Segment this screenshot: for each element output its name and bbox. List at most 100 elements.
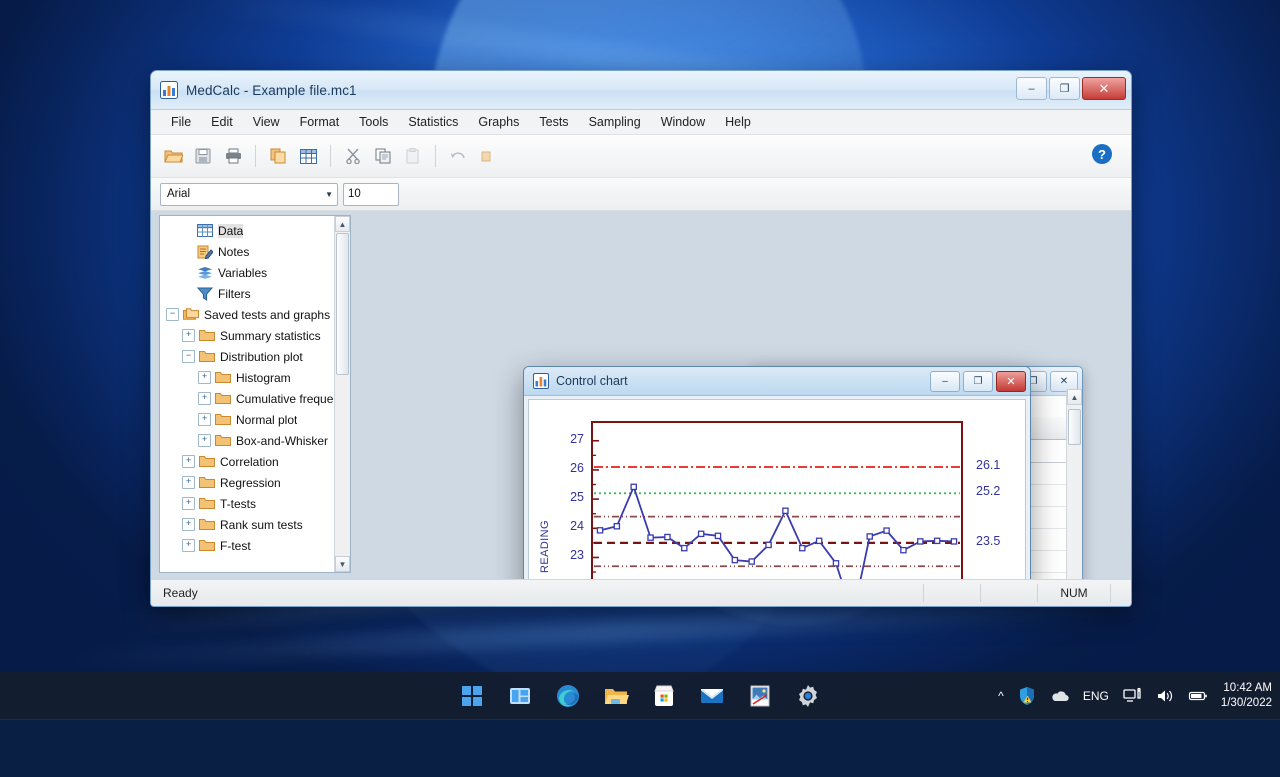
tree-item-saved-tests-and-graphs[interactable]: − Saved tests and graphs — [166, 304, 334, 325]
system-tray[interactable]: ^ ENG 10:42 AM 1/30/2022 — [998, 672, 1272, 720]
menu-item-tools[interactable]: Tools — [349, 112, 398, 132]
task-view-icon[interactable] — [507, 683, 533, 709]
collapse-icon[interactable]: − — [182, 350, 195, 363]
expand-icon[interactable]: + — [198, 392, 211, 405]
tree-item-t-tests[interactable]: + T-tests — [166, 493, 334, 514]
chart-frame — [591, 421, 963, 579]
tree-item-histogram[interactable]: + Histogram — [166, 367, 334, 388]
menu-item-file[interactable]: File — [161, 112, 201, 132]
font-size-box[interactable]: 10 — [343, 182, 399, 206]
expand-icon[interactable]: + — [198, 371, 211, 384]
table-icon[interactable] — [295, 143, 321, 169]
photos-icon[interactable] — [747, 683, 773, 709]
tree-scroll-down-button[interactable]: ▼ — [335, 556, 350, 572]
font-name-combo[interactable]: Arial ▼ — [160, 182, 338, 206]
spreadsheet-scroll-up-button[interactable]: ▲ — [1067, 389, 1082, 405]
collapse-icon[interactable]: − — [166, 308, 179, 321]
tree-scroll-thumb[interactable] — [336, 233, 349, 375]
expand-icon[interactable]: + — [198, 413, 211, 426]
save-icon[interactable] — [190, 143, 216, 169]
tree-vertical-scrollbar[interactable]: ▲ ▼ — [334, 216, 350, 572]
control-chart-window-controls[interactable]: – ❐ ✕ — [930, 371, 1026, 392]
copy-pages-icon[interactable] — [265, 143, 291, 169]
tree-item-rank-sum-tests[interactable]: + Rank sum tests — [166, 514, 334, 535]
tree-item-box-and-whisker[interactable]: + Box-and-Whisker — [166, 430, 334, 451]
open-folder-icon[interactable] — [160, 143, 186, 169]
cut-icon[interactable] — [340, 143, 366, 169]
minimize-glyph: – — [1028, 82, 1035, 95]
network-icon[interactable] — [1122, 686, 1142, 706]
tree-scroll-up-button[interactable]: ▲ — [335, 216, 350, 232]
start-icon[interactable] — [459, 683, 485, 709]
microsoft-store-icon[interactable] — [651, 683, 677, 709]
taskbar-app-buttons[interactable] — [459, 683, 821, 709]
windows-taskbar[interactable]: ^ ENG 10:42 AM 1/30/2022 — [0, 672, 1280, 720]
mail-icon[interactable] — [699, 683, 725, 709]
onedrive-icon[interactable] — [1050, 686, 1070, 706]
expand-icon[interactable]: + — [182, 329, 195, 342]
control-chart-window[interactable]: Control chart – ❐ ✕ 2021222324252627READ… — [523, 366, 1031, 579]
project-tree-panel[interactable]: Data Notes Variables Filters − Saved tests an… — [159, 215, 351, 573]
expand-icon[interactable]: + — [182, 455, 195, 468]
menu-bar[interactable]: File Edit View Format Tools Statistics Graphs T… — [151, 110, 1131, 135]
tree-item-correlation[interactable]: + Correlation — [166, 451, 334, 472]
edge-icon[interactable] — [555, 683, 581, 709]
resize-grip[interactable] — [1110, 584, 1131, 602]
language-indicator[interactable]: ENG — [1083, 689, 1109, 703]
menu-item-view[interactable]: View — [243, 112, 290, 132]
tree-item-distribution-plot[interactable]: − Distribution plot — [166, 346, 334, 367]
chart-point — [596, 527, 604, 534]
control-chart-close-button[interactable]: ✕ — [996, 371, 1026, 392]
tree-item-f-test[interactable]: + F-test — [166, 535, 334, 556]
file-explorer-icon[interactable] — [603, 683, 629, 709]
volume-icon[interactable] — [1155, 686, 1175, 706]
battery-icon[interactable] — [1188, 686, 1208, 706]
copy-icon[interactable] — [370, 143, 396, 169]
tray-chevron-icon[interactable]: ^ — [998, 689, 1004, 703]
security-warning-icon[interactable] — [1017, 686, 1037, 706]
expand-icon[interactable]: + — [198, 434, 211, 447]
expand-icon[interactable]: + — [182, 497, 195, 510]
medcalc-main-window[interactable]: MedCalc - Example file.mc1 – ❐ ✕ File Edi… — [150, 70, 1132, 607]
settings-icon[interactable] — [795, 683, 821, 709]
tree-item-label: Correlation — [220, 454, 279, 469]
tree-item-cumulative-freque[interactable]: + Cumulative freque — [166, 388, 334, 409]
menu-item-format[interactable]: Format — [290, 112, 350, 132]
menu-item-statistics[interactable]: Statistics — [398, 112, 468, 132]
chart-point — [647, 534, 654, 541]
help-question-icon[interactable]: ? — [1091, 143, 1113, 165]
print-icon[interactable] — [220, 143, 246, 169]
spreadsheet-scroll-thumb[interactable] — [1068, 409, 1081, 445]
tree-item-regression[interactable]: + Regression — [166, 472, 334, 493]
project-tree-list[interactable]: Data Notes Variables Filters − Saved tests an… — [166, 220, 334, 556]
tree-item-normal-plot[interactable]: + Normal plot — [166, 409, 334, 430]
minimize-button[interactable]: – — [1016, 77, 1047, 100]
maximize-button[interactable]: ❐ — [1049, 77, 1080, 100]
taskbar-clock[interactable]: 10:42 AM 1/30/2022 — [1221, 681, 1272, 711]
control-chart-maximize-button[interactable]: ❐ — [963, 371, 993, 392]
medcalc-icon — [160, 81, 178, 99]
menu-item-graphs[interactable]: Graphs — [468, 112, 529, 132]
tree-item-filters[interactable]: Filters — [166, 283, 334, 304]
chart-point — [613, 522, 621, 530]
close-button[interactable]: ✕ — [1082, 77, 1126, 100]
expand-icon[interactable]: + — [182, 476, 195, 489]
expand-icon[interactable]: + — [182, 539, 195, 552]
menu-item-window[interactable]: Window — [651, 112, 715, 132]
tree-item-variables[interactable]: Variables — [166, 262, 334, 283]
menu-item-help[interactable]: Help — [715, 112, 761, 132]
expand-icon[interactable]: + — [182, 518, 195, 531]
main-title-bar[interactable]: MedCalc - Example file.mc1 – ❐ ✕ — [151, 71, 1131, 110]
tree-item-data[interactable]: Data — [166, 220, 334, 241]
control-chart-minimize-button[interactable]: – — [930, 371, 960, 392]
toolbar[interactable]: ? — [151, 135, 1131, 178]
tree-item-summary-statistics[interactable]: + Summary statistics — [166, 325, 334, 346]
tree-item-notes[interactable]: Notes — [166, 241, 334, 262]
menu-item-edit[interactable]: Edit — [201, 112, 243, 132]
control-chart-title-bar[interactable]: Control chart – ❐ ✕ — [524, 367, 1030, 396]
main-window-controls[interactable]: – ❐ ✕ — [1016, 77, 1126, 100]
spreadsheet-vertical-scrollbar[interactable]: ▲ ▼ — [1066, 389, 1082, 579]
menu-item-tests[interactable]: Tests — [529, 112, 578, 132]
menu-item-sampling[interactable]: Sampling — [579, 112, 651, 132]
format-bar[interactable]: Arial ▼ 10 — [151, 178, 1131, 211]
